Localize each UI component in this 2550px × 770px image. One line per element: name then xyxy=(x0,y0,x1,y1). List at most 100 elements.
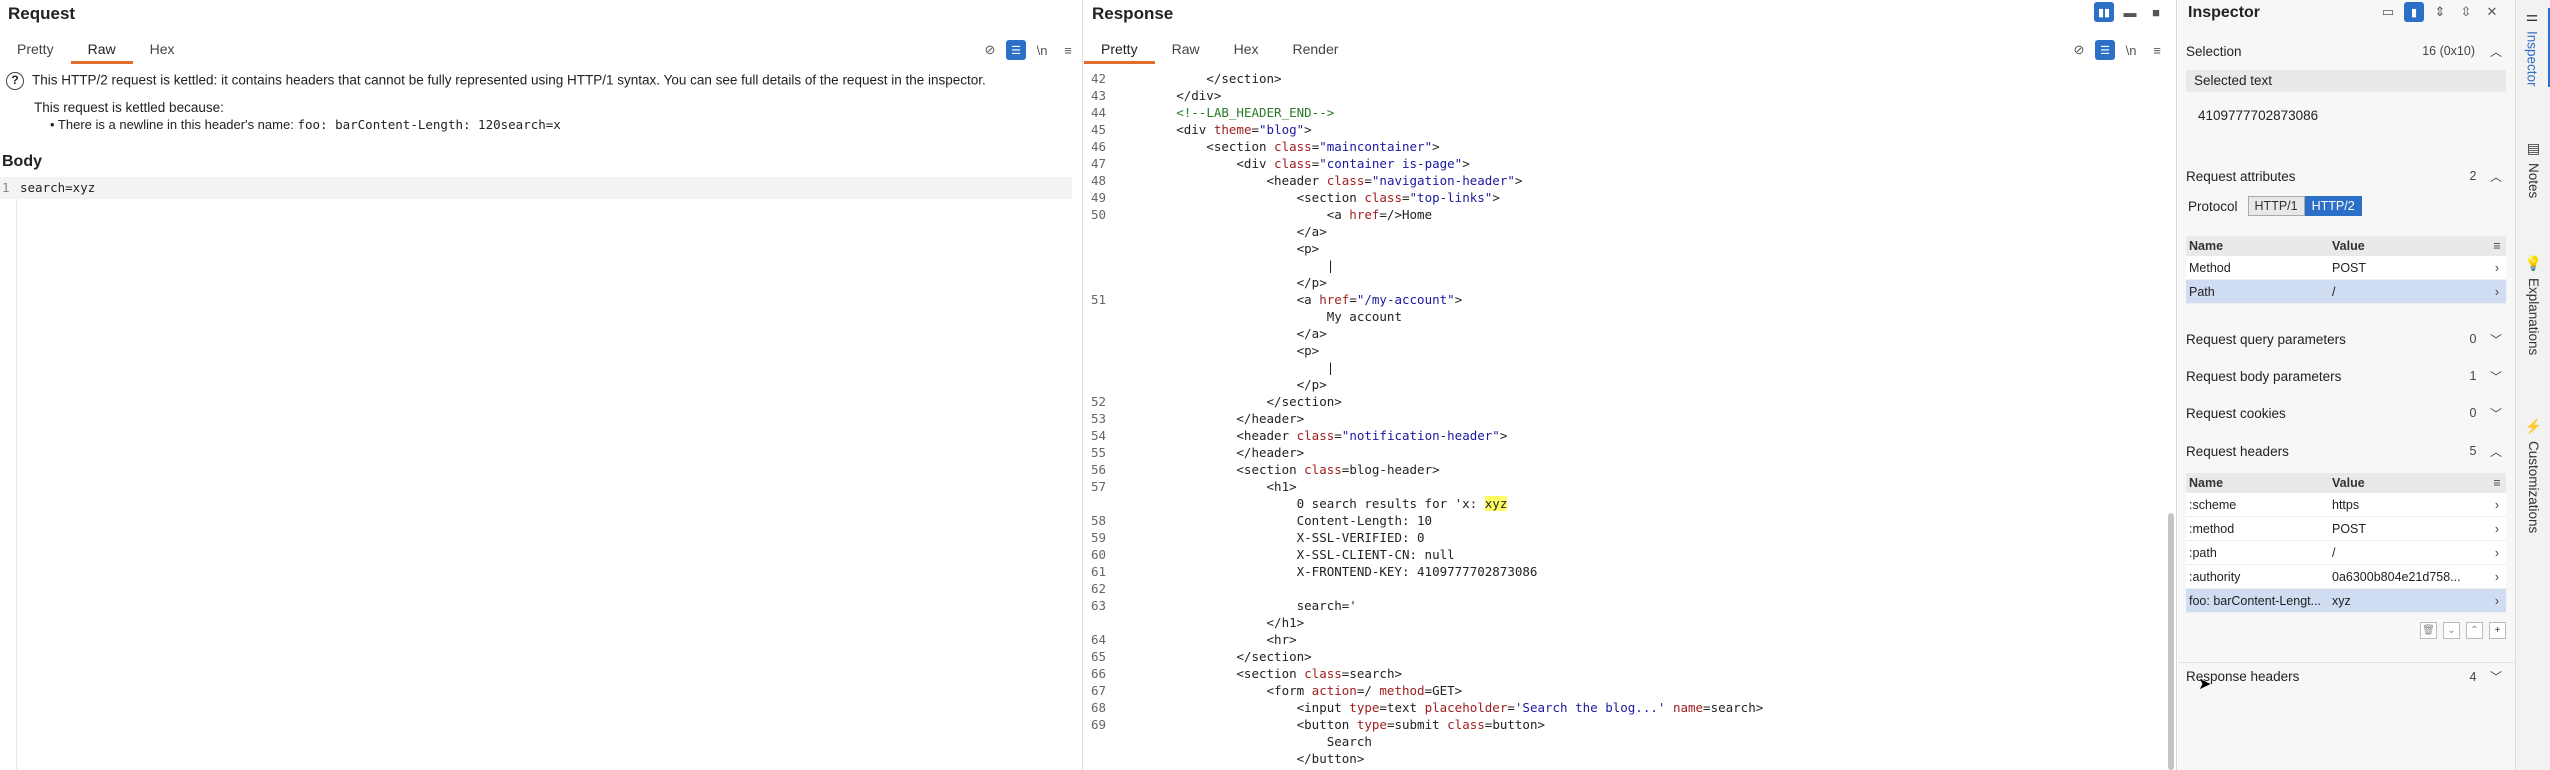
request-attributes-section[interactable]: Request attributes 2 ︿ xyxy=(2178,162,2515,190)
code-text: My account xyxy=(1116,309,1402,324)
response-tab-pretty[interactable]: Pretty xyxy=(1084,38,1155,64)
expand-all-icon[interactable]: ⇳ xyxy=(2456,2,2476,22)
line-number: 69 xyxy=(1090,717,1106,732)
table-row[interactable]: :scheme https › xyxy=(2186,493,2506,517)
help-icon: ? xyxy=(6,72,24,90)
hide-nonprinting-icon[interactable]: ⊘ xyxy=(2069,40,2089,60)
request-query-parameters-section[interactable]: Request query parameters 0 ﹀ xyxy=(2178,325,2515,353)
line-number: 46 xyxy=(1090,139,1106,154)
code-text: </header> xyxy=(1116,445,1305,460)
rail-explanations[interactable]: 💡 Explanations xyxy=(2516,255,2550,355)
request-tab-hex[interactable]: Hex xyxy=(133,38,192,64)
layout-single-icon[interactable]: ■ xyxy=(2146,2,2166,22)
table-row[interactable]: :path / › xyxy=(2186,541,2506,565)
body-editor[interactable]: 1 search=xyz xyxy=(0,177,1072,199)
request-body-parameters-section[interactable]: Request body parameters 1 ﹀ xyxy=(2178,362,2515,390)
section-count: 0 xyxy=(2469,332,2477,346)
move-up-icon[interactable]: ⌃ xyxy=(2466,622,2483,639)
collapse-all-icon[interactable]: ⇕ xyxy=(2430,2,2450,22)
code-line: 50 <a href=/>Home xyxy=(1084,206,1432,223)
code-text: <form action=/ method=GET> xyxy=(1116,683,1463,698)
body-text[interactable]: search=xyz xyxy=(20,180,95,195)
inspector-layout-active-icon[interactable]: ▮ xyxy=(2404,2,2424,22)
code-line: </a> xyxy=(1084,325,1327,342)
chevron-right-icon[interactable]: › xyxy=(2488,570,2506,584)
code-text: <p> xyxy=(1116,343,1320,358)
code-text: </section> xyxy=(1116,394,1342,409)
table-row[interactable]: Method POST › xyxy=(2186,256,2506,280)
table-header: Name Value ≡ xyxy=(2186,236,2506,256)
hide-nonprinting-icon[interactable]: ⊘ xyxy=(980,40,1000,60)
response-tab-render[interactable]: Render xyxy=(1276,38,1356,64)
row-name: :scheme xyxy=(2189,497,2237,512)
chevron-right-icon[interactable]: › xyxy=(2488,261,2506,275)
response-code-editor[interactable]: 42 </section> 43 </div> 44 <!--LAB_HEADER_… xyxy=(1084,70,2164,770)
code-line: | xyxy=(1084,359,1335,376)
selected-text-header: Selected text xyxy=(2186,70,2506,92)
code-text: </section> xyxy=(1116,649,1312,664)
selection-label: Selection xyxy=(2186,43,2242,59)
menu-icon[interactable]: ≡ xyxy=(2147,40,2167,60)
response-scrollbar[interactable] xyxy=(2168,513,2174,770)
line-number: 59 xyxy=(1090,530,1106,545)
line-number: 55 xyxy=(1090,445,1106,460)
response-tab-hex[interactable]: Hex xyxy=(1217,38,1276,64)
line-number: 57 xyxy=(1090,479,1106,494)
code-line: </p> xyxy=(1084,376,1327,393)
protocol-http1[interactable]: HTTP/1 xyxy=(2247,196,2305,216)
table-row[interactable]: :authority 0a6300b804e21d758... › xyxy=(2186,565,2506,589)
chevron-right-icon[interactable]: › xyxy=(2488,546,2506,560)
table-row[interactable]: foo: barContent-Lengt... xyz › xyxy=(2186,589,2506,613)
rail-customizations[interactable]: ⚡ Customizations xyxy=(2516,418,2550,533)
request-tab-raw[interactable]: Raw xyxy=(70,38,133,64)
protocol-http2[interactable]: HTTP/2 xyxy=(2304,196,2362,216)
layout-split-icon[interactable]: ▮▮ xyxy=(2094,2,2114,22)
menu-icon[interactable]: ≡ xyxy=(1058,40,1078,60)
code-line: 53 </header> xyxy=(1084,410,1304,427)
request-attributes-label: Request attributes xyxy=(2186,168,2296,184)
chevron-right-icon[interactable]: › xyxy=(2488,522,2506,536)
delete-icon[interactable]: 🗑 xyxy=(2420,622,2437,639)
row-value: xyz xyxy=(2332,593,2351,608)
body-line-number: 1 xyxy=(2,180,10,195)
response-headers-section[interactable]: Response headers 4 ﹀ xyxy=(2178,662,2515,690)
rail-notes[interactable]: ▤ Notes xyxy=(2516,140,2550,198)
line-number: 56 xyxy=(1090,462,1106,477)
line-number: 65 xyxy=(1090,649,1106,664)
inspector-layout-icon[interactable]: ▭ xyxy=(2378,2,2398,22)
wrap-lines-icon[interactable]: ☰ xyxy=(1006,40,1026,60)
headers-table-toolbar: 🗑 ⌄ ⌃ + xyxy=(2186,622,2506,642)
request-headers-section[interactable]: Request headers 5 ︿ xyxy=(2178,437,2515,465)
section-label: Request body parameters xyxy=(2186,368,2342,384)
layout-horizontal-icon[interactable]: ▬ xyxy=(2120,2,2140,22)
code-text: X-FRONTEND-KEY: 4109777702873086 xyxy=(1116,564,1538,579)
newline-toggle-icon[interactable]: \n xyxy=(1032,40,1052,60)
wrap-lines-icon[interactable]: ☰ xyxy=(2095,40,2115,60)
close-icon[interactable]: ✕ xyxy=(2482,2,2502,22)
chevron-right-icon[interactable]: › xyxy=(2488,498,2506,512)
code-line: 68 <input type=text placeholder='Search … xyxy=(1084,699,1763,716)
rail-inspector[interactable]: ⚌ Inspector xyxy=(2516,8,2550,87)
chevron-up-icon: ︿ xyxy=(2489,44,2502,59)
add-icon[interactable]: + xyxy=(2489,622,2506,639)
column-value: Value xyxy=(2332,239,2365,253)
column-menu-icon[interactable]: ≡ xyxy=(2488,476,2506,490)
request-cookies-section[interactable]: Request cookies 0 ﹀ xyxy=(2178,399,2515,427)
table-row[interactable]: :method POST › xyxy=(2186,517,2506,541)
response-toolbar: ⊘ ☰ \n ≡ xyxy=(2069,40,2167,60)
table-row[interactable]: Path / › xyxy=(2186,280,2506,304)
chevron-right-icon[interactable]: › xyxy=(2488,285,2506,299)
request-tab-pretty[interactable]: Pretty xyxy=(0,38,71,64)
code-line: <p> xyxy=(1084,342,1320,359)
move-down-icon[interactable]: ⌄ xyxy=(2443,622,2460,639)
response-tab-raw[interactable]: Raw xyxy=(1155,38,1217,64)
newline-toggle-icon[interactable]: \n xyxy=(2121,40,2141,60)
kettled-warning-text: This HTTP/2 request is kettled: it conta… xyxy=(32,72,986,88)
code-line: <p> xyxy=(1084,240,1320,257)
chevron-down-icon: ﹀ xyxy=(2489,670,2502,684)
chevron-right-icon[interactable]: › xyxy=(2488,594,2506,608)
selection-section[interactable]: Selection 16 (0x10) ︿ xyxy=(2178,37,2515,65)
column-menu-icon[interactable]: ≡ xyxy=(2488,239,2506,253)
selected-text-value[interactable]: 4109777702873086 xyxy=(2198,108,2318,123)
inspector-title: Inspector xyxy=(2188,4,2261,21)
